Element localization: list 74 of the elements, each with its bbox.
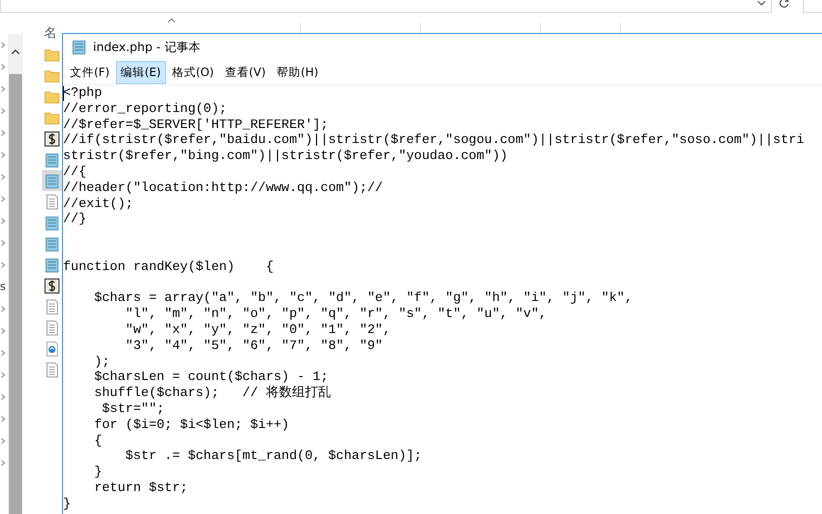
code-line: ); <box>93 354 111 370</box>
expand-chevron-icon[interactable] <box>1 42 5 48</box>
folder-icon <box>44 68 60 84</box>
expand-chevron-icon[interactable] <box>1 240 5 246</box>
scroll-up-icon[interactable] <box>11 49 20 55</box>
expand-chevron-icon[interactable] <box>1 86 5 92</box>
expand-chevron-icon[interactable] <box>1 130 5 136</box>
refresh-icon[interactable] <box>778 0 790 9</box>
code-line: for ($i=0; $i<$len; $i++) <box>93 416 290 433</box>
expand-chevron-icon[interactable] <box>1 328 5 334</box>
menu-item[interactable]: 编辑(E) <box>116 60 166 84</box>
code-line: //exit(); <box>63 196 134 212</box>
expand-chevron-icon[interactable] <box>1 394 5 400</box>
text-file-icon <box>44 362 60 378</box>
menu-item[interactable]: 格式(O) <box>166 60 219 84</box>
code-line: "3", "4", "5", "6", "7", "8", "9" <box>124 338 384 354</box>
window-title: index.php - 记事本 <box>93 38 200 56</box>
expand-chevron-icon[interactable] <box>1 460 5 466</box>
scrollbar[interactable] <box>8 34 23 514</box>
code-line: <?php <box>63 85 104 101</box>
text-file-icon <box>44 298 60 314</box>
expand-chevron-icon[interactable] <box>1 174 5 180</box>
notepad-icon <box>44 152 60 168</box>
column-header[interactable]: 名 <box>44 24 57 42</box>
code-line: shuffle($chars); // 将数组打乱 <box>93 385 332 401</box>
code-line: //{ <box>63 164 88 180</box>
expand-chevron-icon[interactable] <box>1 196 5 202</box>
code-line: $charsLen = count($chars) - 1; <box>93 369 330 386</box>
code-line: stristr($refer,"bing.com")||stristr($refer,"youdao.com")) <box>63 148 509 164</box>
expand-chevron-icon[interactable] <box>1 218 5 224</box>
web-file-icon <box>44 340 60 356</box>
expand-chevron-icon[interactable] <box>1 306 5 312</box>
folder-icon <box>44 46 60 62</box>
folder-icon <box>44 88 60 104</box>
folder-icon <box>44 110 60 126</box>
expand-chevron-icon[interactable] <box>1 152 5 158</box>
code-line: //} <box>63 211 88 228</box>
code-line: $str=""; <box>101 400 166 417</box>
notepad-icon <box>44 236 60 252</box>
code-line: "l", "m", "n", "o", "p", "q", "r", "s", "t", "u", "v", <box>124 306 548 322</box>
code-line: } <box>63 496 72 512</box>
menu-item[interactable]: 查看(V) <box>220 60 271 84</box>
code-line: } <box>93 464 104 480</box>
text-file-icon <box>44 320 60 336</box>
menu-item[interactable]: 帮助(H) <box>272 60 324 84</box>
dropdown-chevron-icon[interactable] <box>757 0 766 6</box>
code-line: //error_reporting(0); <box>63 100 228 117</box>
expand-chevron-icon[interactable] <box>1 64 5 70</box>
menu-item[interactable]: 文件(F) <box>65 60 115 84</box>
php-file-icon <box>44 278 60 294</box>
expand-chevron-icon[interactable] <box>1 350 5 356</box>
code-line: //header("location:http://www.qq.com");// <box>63 180 384 196</box>
code-line: { <box>93 432 104 448</box>
code-line: return $str; <box>93 480 189 496</box>
expand-chevron-icon[interactable] <box>1 108 5 114</box>
code-line: $chars = array("a", "b", "c", "d", "e", "f", "g", "h", "i", "j", "k", <box>93 290 634 306</box>
code-line: //if(stristr($refer,"baidu.com")||stristr($refer,"sogou.com")||stristr($refer,"soso.com")||stri <box>63 132 806 148</box>
notepad-icon <box>44 172 60 188</box>
code-line: "w", "x", "y", "z", "0", "1", "2", <box>124 322 392 338</box>
expand-chevron-icon[interactable] <box>1 262 5 268</box>
code-line: //$refer=$_SERVER['HTTP_REFERER']; <box>63 116 330 132</box>
tree-item-label[interactable]: s <box>0 284 6 290</box>
expand-chevron-icon[interactable] <box>1 372 5 378</box>
notepad-icon <box>71 39 87 55</box>
sort-caret-icon <box>167 18 176 23</box>
notepad-icon <box>44 214 60 230</box>
code-line: $str .= $chars[mt_rand(0, $charsLen)]; <box>124 448 423 464</box>
text-file-icon <box>44 194 60 210</box>
expand-chevron-icon[interactable] <box>1 438 5 444</box>
php-file-icon <box>44 130 60 146</box>
scrollbar-thumb[interactable] <box>9 74 22 514</box>
code-line: function randKey($len) { <box>63 258 275 275</box>
notepad-icon <box>44 256 60 272</box>
expand-chevron-icon[interactable] <box>1 416 5 422</box>
